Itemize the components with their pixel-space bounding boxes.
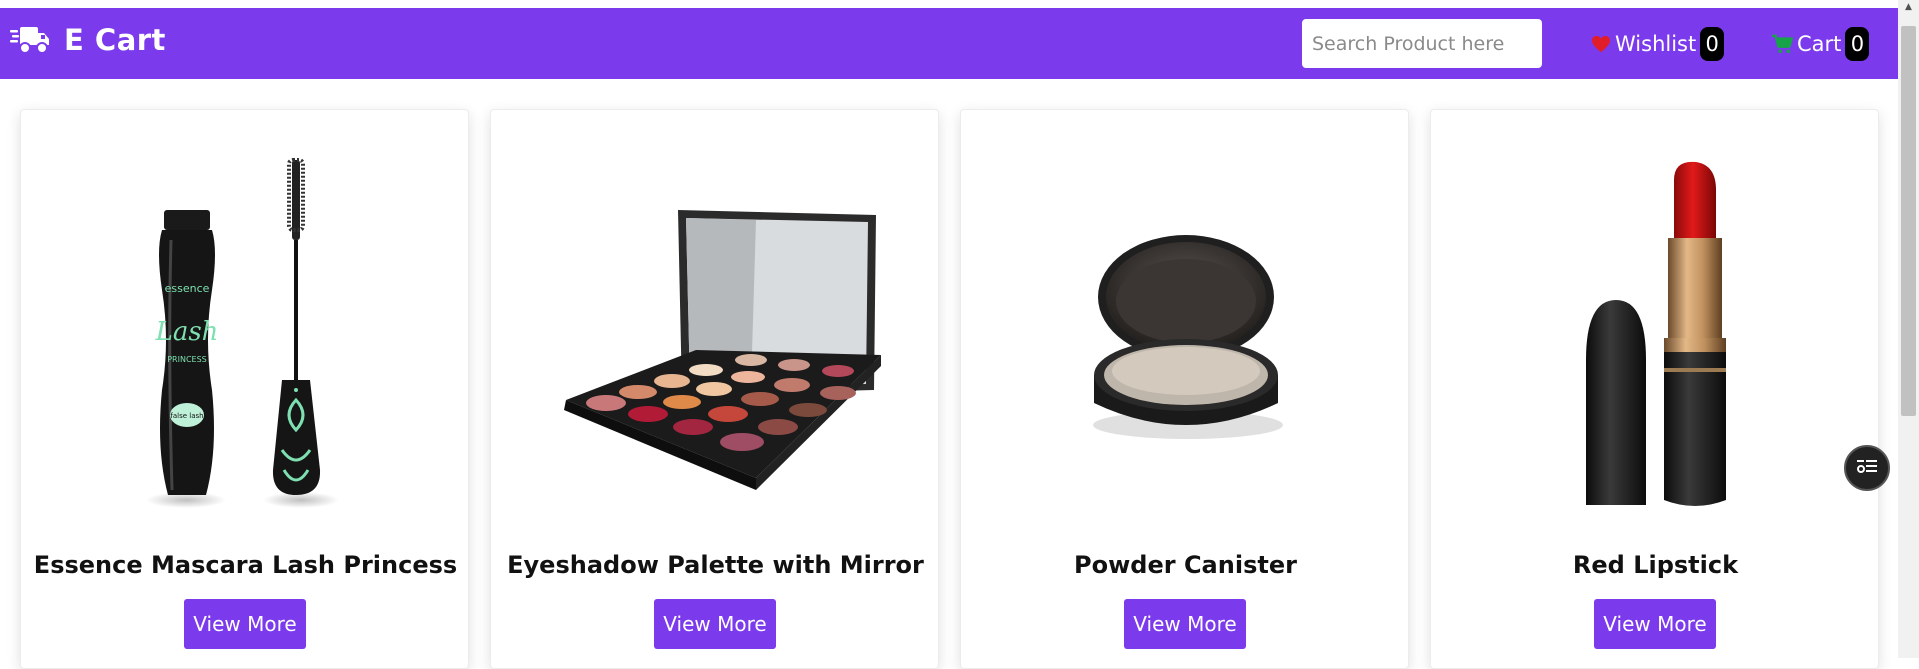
floating-filter-button[interactable] [1844, 445, 1890, 491]
product-title: Powder Canister [1074, 551, 1297, 579]
product-image-powder-canister [961, 130, 1410, 550]
view-more-button[interactable]: View More [184, 599, 306, 649]
view-more-button[interactable]: View More [1124, 599, 1246, 649]
svg-text:essence: essence [164, 282, 209, 295]
product-title: Eyeshadow Palette with Mirror [507, 551, 924, 579]
product-card: Eyeshadow Palette with Mirror View More [490, 109, 939, 669]
svg-text:PRINCESS: PRINCESS [167, 355, 207, 364]
view-more-button[interactable]: View More [1594, 599, 1716, 649]
svg-text:false lash: false lash [170, 412, 203, 420]
product-image-eyeshadow-palette [491, 130, 940, 550]
svg-text:Lash: Lash [154, 317, 218, 347]
cart-icon [1771, 34, 1793, 54]
wishlist-label: Wishlist [1615, 32, 1697, 56]
cart-link[interactable]: Cart 0 [1771, 25, 1870, 63]
scroll-up-arrow-icon[interactable]: ▲ [1898, 0, 1919, 14]
product-title: Red Lipstick [1572, 551, 1739, 579]
product-title: Essence Mascara Lash Princess [33, 551, 458, 579]
brand-title: E Cart [64, 23, 166, 57]
navbar: E Cart Wishlist 0 Cart 0 [0, 8, 1898, 79]
wishlist-link[interactable]: Wishlist 0 [1591, 25, 1725, 63]
brand[interactable]: E Cart [10, 20, 166, 60]
product-card: Powder Canister View More [960, 109, 1409, 669]
top-strip [0, 0, 1919, 8]
product-image-mascara: essence Lash PRINCESS false lash [21, 130, 470, 550]
page-scrollbar[interactable]: ▲ [1898, 0, 1919, 658]
wishlist-count-badge: 0 [1700, 27, 1725, 61]
heart-icon [1591, 35, 1611, 53]
view-more-button[interactable]: View More [654, 599, 776, 649]
truck-fast-icon [10, 24, 50, 56]
filter-list-icon [1856, 457, 1878, 479]
product-image-red-lipstick [1431, 130, 1880, 550]
search-input[interactable] [1302, 19, 1542, 68]
product-grid: essence Lash PRINCESS false lash Essence… [20, 109, 1880, 669]
cart-label: Cart [1797, 32, 1842, 56]
product-card: Red Lipstick View More [1430, 109, 1879, 669]
scrollbar-thumb[interactable] [1901, 26, 1916, 416]
product-card: essence Lash PRINCESS false lash Essence… [20, 109, 469, 669]
cart-count-badge: 0 [1845, 27, 1870, 61]
